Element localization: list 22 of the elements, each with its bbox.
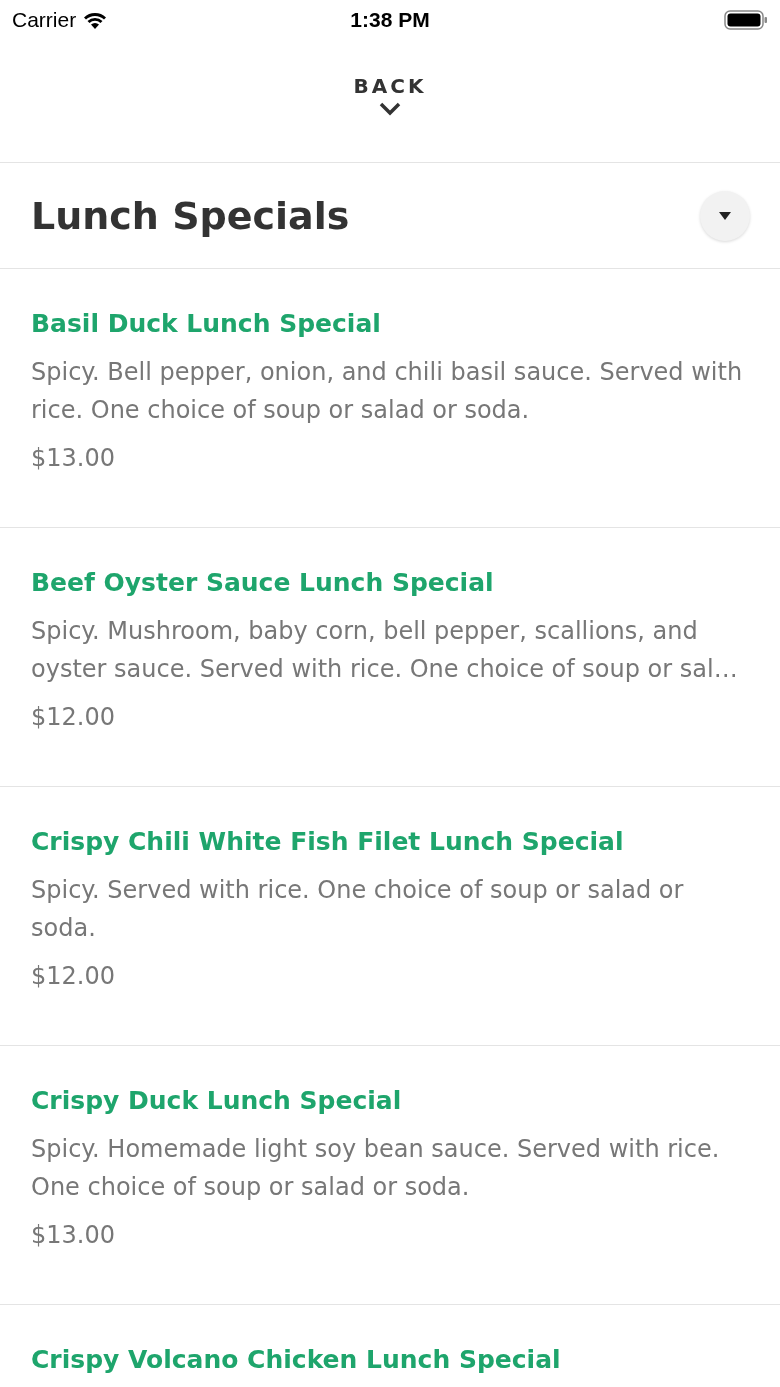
item-name[interactable]: Crispy Volcano Chicken Lunch Special: [31, 1343, 750, 1377]
item-description: Spicy. Homemade light soy bean sauce. Served with rice. One choice of soup or salad or soda.: [31, 1134, 721, 1203]
item-name[interactable]: Crispy Chili White Fish Filet Lunch Special: [31, 825, 750, 859]
dropdown-button[interactable]: [700, 190, 750, 241]
item-price: $12.00: [31, 961, 116, 992]
wifi-icon: [82, 10, 109, 30]
back-button[interactable]: BACK: [353, 74, 427, 116]
battery-icon: [724, 10, 768, 30]
clock-time: 1:38 PM: [350, 8, 430, 32]
carrier-label: Carrier: [12, 8, 77, 32]
item-price: $13.00: [31, 443, 116, 474]
triangle-down-icon: [719, 211, 731, 220]
item-price: $12.00: [31, 702, 116, 733]
item-name[interactable]: Basil Duck Lunch Special: [31, 307, 750, 341]
section-title: Lunch Specials: [31, 193, 350, 238]
item-name[interactable]: Crispy Duck Lunch Special: [31, 1084, 750, 1118]
item-description: Spicy. Mushroom, baby corn, bell pepper, scallions, and oyster sauce. Served with rice. One choice of soup or sal…: [31, 616, 739, 685]
item-price: $13.00: [31, 1220, 116, 1251]
item-description: Spicy. Bell pepper, onion, and chili basil sauce. Served with rice. One choice of soup or salad or soda.: [31, 357, 744, 426]
chevron-down-icon: [379, 102, 401, 116]
item-description: Spicy. Served with rice. One choice of soup or salad or soda.: [31, 875, 685, 944]
item-name[interactable]: Beef Oyster Sauce Lunch Special: [31, 566, 750, 600]
